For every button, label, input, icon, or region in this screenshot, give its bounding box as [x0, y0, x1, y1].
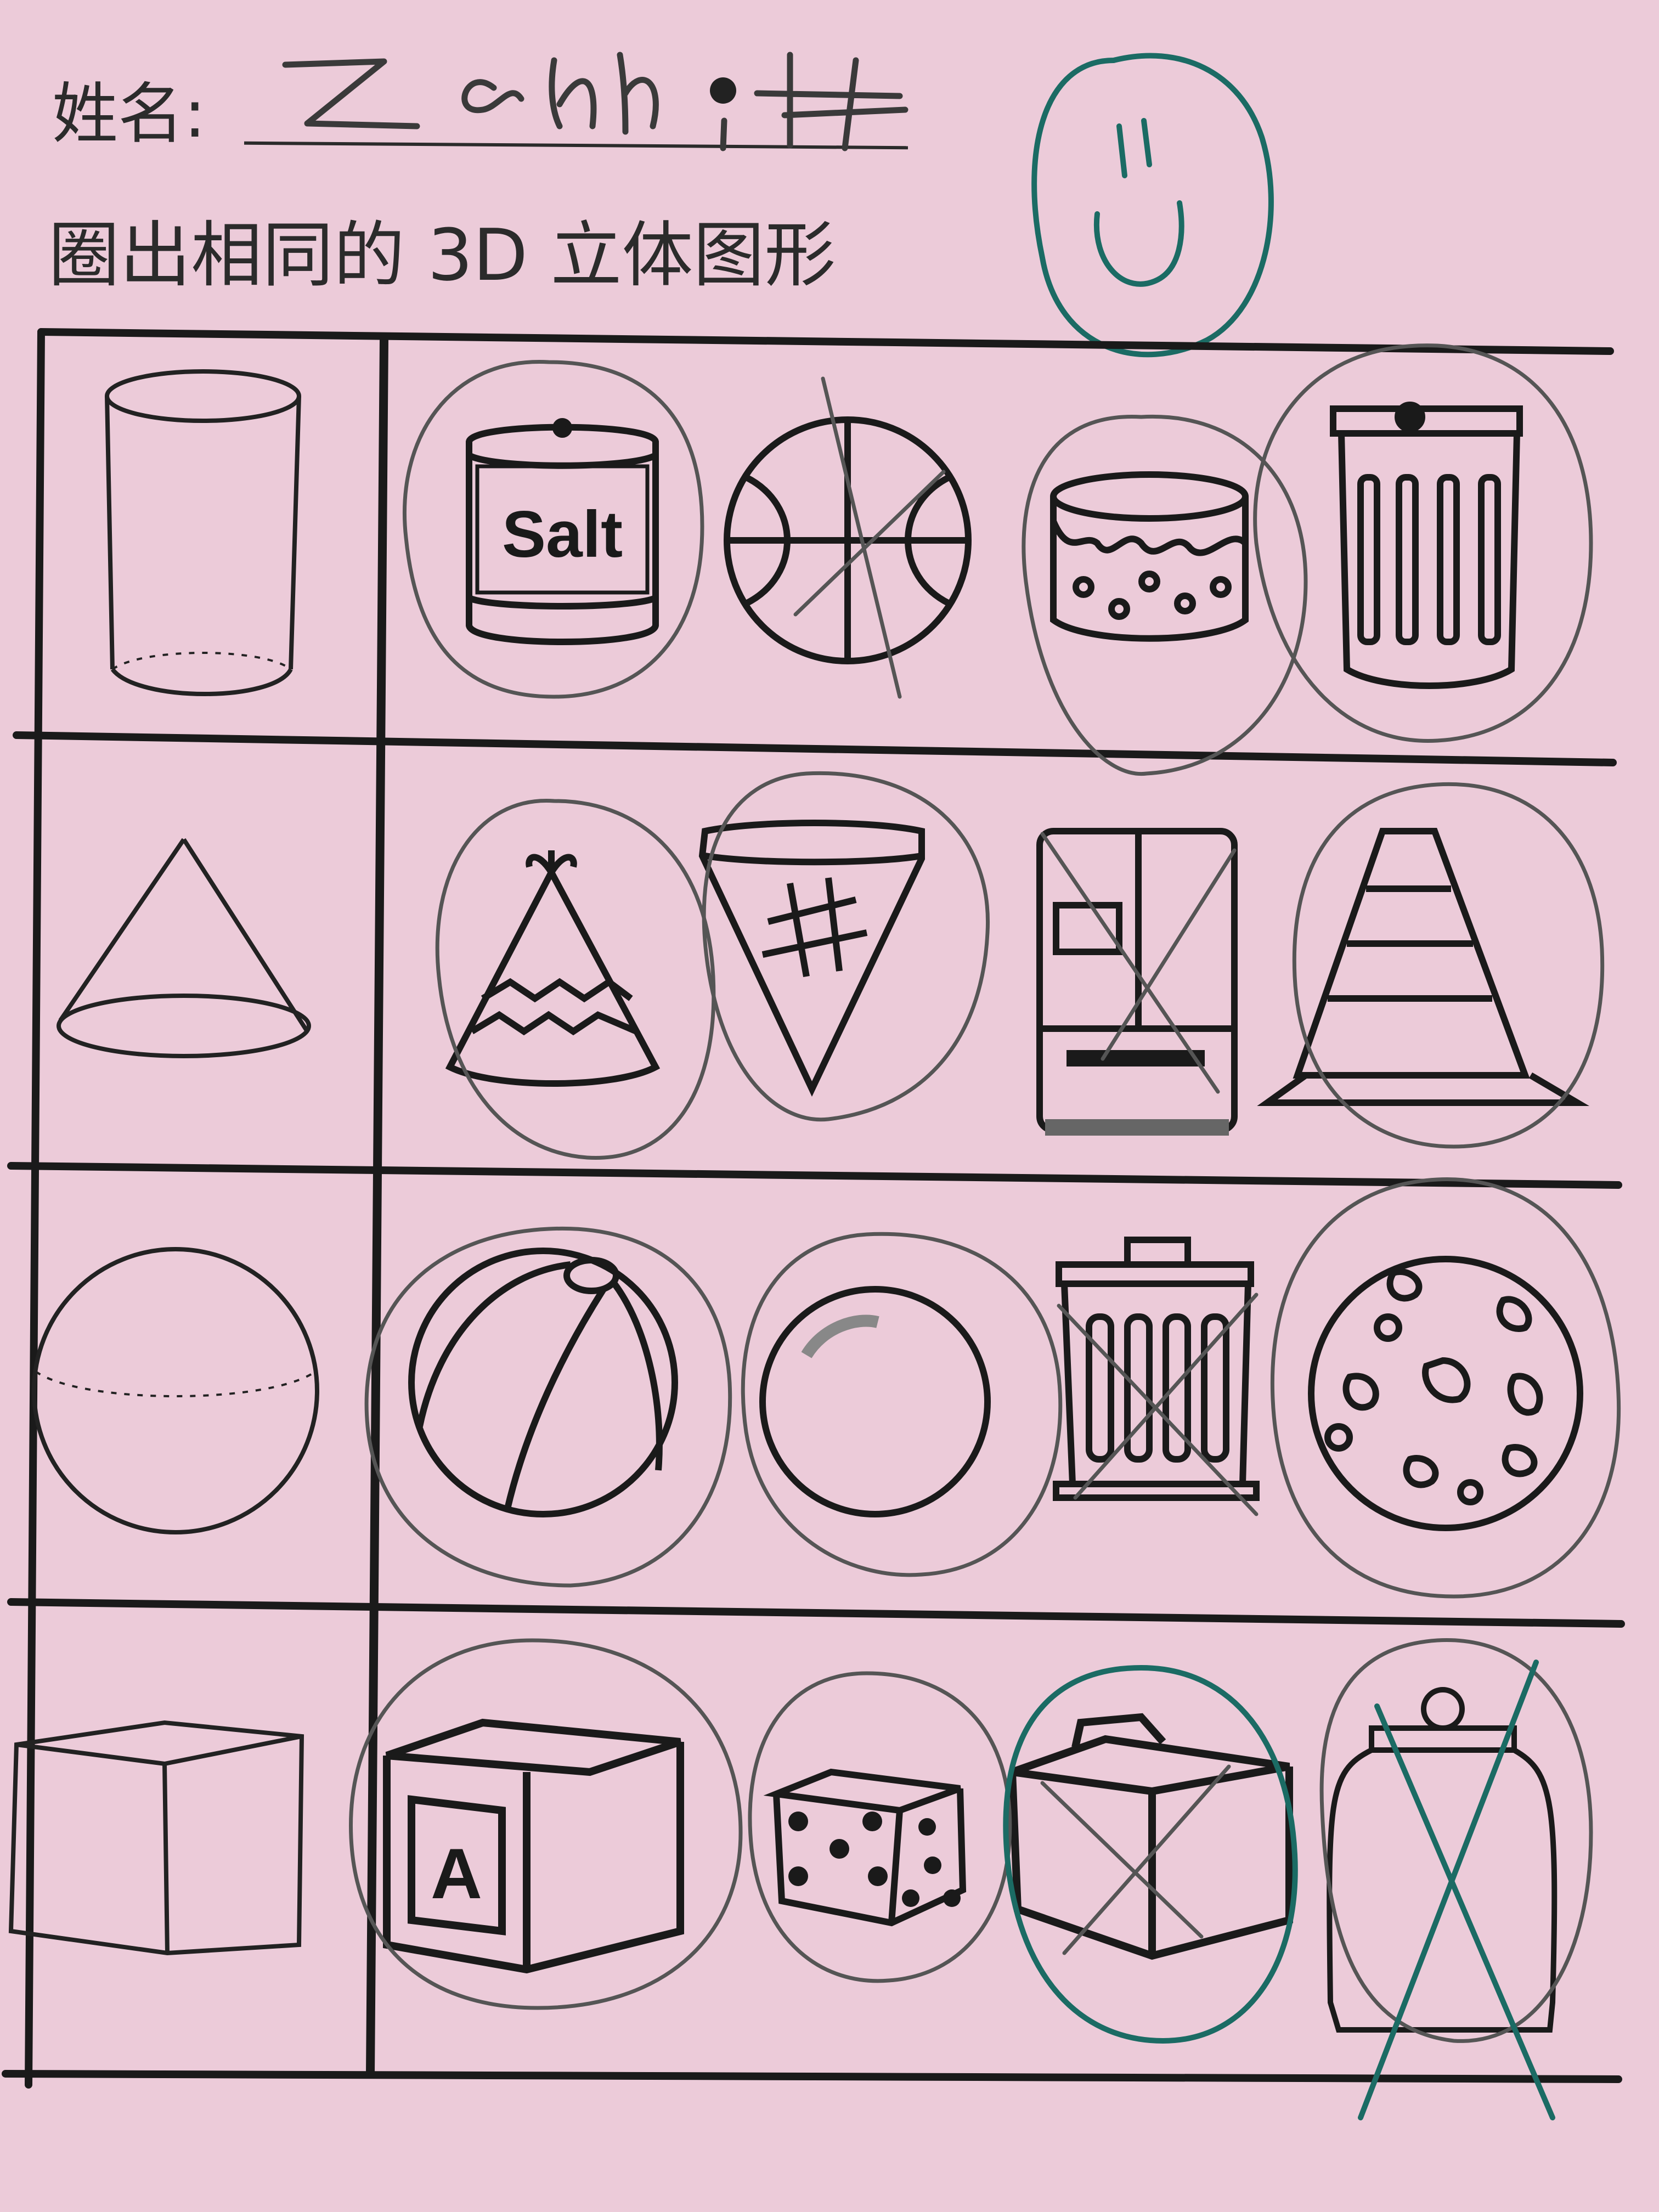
reference-sphere-icon: [32, 1247, 319, 1534]
beach-ball-icon: [408, 1248, 678, 1517]
refrigerator-icon: [1036, 828, 1238, 1136]
worksheet-page: 姓名: 圈出相同的 3D 立体图形 Salt A: [0, 0, 1659, 2212]
party-hat-icon: [445, 850, 661, 1087]
cookie-icon: [1308, 1256, 1583, 1531]
trash-can-icon: [1330, 402, 1523, 689]
dice-icon: [763, 1768, 967, 1927]
cake-icon: [1050, 471, 1249, 642]
reference-cylinder-icon: [105, 369, 301, 696]
block-letter-label: A: [431, 1833, 482, 1914]
pizza-slice-icon: [698, 820, 925, 1097]
handwritten-name: [282, 52, 909, 151]
basketball-icon: [724, 416, 972, 664]
teacher-smiley-mark: [1031, 53, 1274, 358]
marble-icon: [759, 1286, 991, 1517]
reference-cube-icon: [8, 1720, 304, 1956]
worksheet-drawing: Salt A: [2, 52, 1625, 2120]
trash-bin-icon: [1053, 1237, 1260, 1501]
letter-block-icon: A: [383, 1718, 684, 1974]
salt-can-icon: Salt: [466, 418, 659, 645]
gift-box-icon: [1008, 1713, 1293, 1960]
student-pencil-marks: [349, 343, 1621, 2043]
salt-label: Salt: [502, 498, 623, 571]
reference-cone-icon: [57, 838, 311, 1058]
